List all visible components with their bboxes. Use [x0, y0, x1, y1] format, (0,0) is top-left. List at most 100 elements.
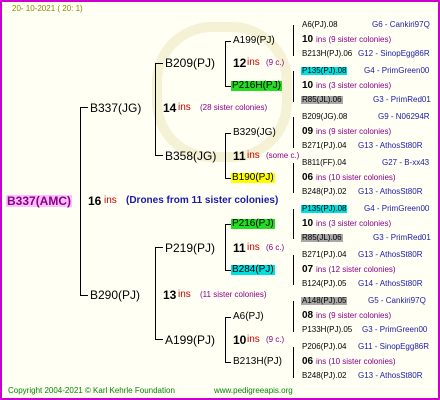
bracket	[293, 71, 294, 102]
gen4-bot-ref-1: G3 - PrimRed01	[373, 95, 431, 104]
gen3-node-4[interactable]: P216(PJ)	[231, 219, 275, 229]
root-node[interactable]: B337(AMC)	[6, 195, 73, 207]
gen4-bot-7[interactable]: B248(PJ).02	[302, 372, 346, 380]
bracket	[225, 133, 226, 179]
bracket	[293, 209, 294, 239]
gen1-ins-1: ins	[178, 289, 191, 300]
bracket	[225, 317, 226, 363]
gen4-top-ref-5: G13 - AthosSt80R	[358, 250, 423, 259]
gen4-mid-text-3: ins (10 sister colonies)	[316, 173, 396, 182]
gen4-top-6[interactable]: A148(PJ).05	[301, 297, 348, 305]
connector	[225, 41, 231, 42]
gen4-bot-5[interactable]: B124(PJ).05	[302, 280, 346, 288]
gen4-bot-ref-2: G13 - AthosSt80R	[358, 141, 423, 150]
date-header: 20- 10-2021 ( 20: 1)	[12, 4, 83, 13]
gen4-mid-count-3: 06	[302, 172, 314, 183]
gen4-top-2[interactable]: B209(JG).08	[302, 113, 347, 121]
gen1-count-1: 13	[163, 288, 177, 302]
gen4-top-ref-6: G5 - Cankiri97Q	[368, 296, 426, 305]
gen4-mid-count-6: 08	[302, 310, 314, 321]
gen1-desc-1: (11 sister colonies)	[200, 290, 267, 299]
gen2-count-0: 12	[233, 56, 247, 70]
gen4-top-3[interactable]: B811(FF).04	[302, 159, 346, 167]
connector	[225, 133, 231, 134]
gen4-top-ref-1: G4 - PrimGreen00	[364, 66, 430, 75]
gen2-count-2: 11	[233, 241, 246, 255]
gen4-mid-text-6: ins (9 sister colonies)	[316, 311, 392, 320]
gen2-node-2[interactable]: P219(PJ)	[165, 242, 215, 254]
gen2-desc-0: (9 c.)	[266, 58, 285, 67]
gen4-bot-3[interactable]: B248(PJ).02	[302, 188, 346, 196]
bracket	[293, 255, 294, 285]
bracket	[293, 25, 294, 56]
copyright: Copyright 2004-2021 © Karl Kehrle Founda…	[8, 386, 175, 395]
connector	[225, 362, 231, 363]
bracket	[293, 117, 294, 148]
gen1-desc-0: (28 sister colonies)	[200, 103, 268, 112]
connector	[225, 317, 231, 318]
gen4-top-ref-0: G6 - Cankiri97Q	[372, 20, 430, 29]
bracket	[155, 247, 156, 340]
gen2-ins-1: ins	[247, 150, 260, 161]
gen4-bot-2[interactable]: B271(PJ).04	[302, 142, 346, 150]
gen2-node-1[interactable]: B358(JG)	[165, 150, 216, 162]
bracket	[225, 224, 226, 271]
gen1-node-0[interactable]: B337(JG)	[90, 102, 141, 114]
gen4-top-4[interactable]: P135(PJ).08	[301, 205, 348, 213]
gen4-mid-text-7: ins (10 sister colonies)	[316, 357, 396, 366]
gen4-mid-count-1: 10	[302, 80, 314, 91]
gen4-top-5[interactable]: B271(PJ).04	[302, 251, 346, 259]
gen4-bot-ref-4: G3 - PrimRed01	[373, 233, 431, 242]
root-ins: ins	[104, 195, 117, 206]
gen3-node-7[interactable]: B213H(PJ)	[233, 357, 282, 367]
root-desc: (Drones from 11 sister colonies)	[126, 195, 279, 206]
gen1-node-1[interactable]: B290(PJ)	[90, 289, 140, 301]
bracket	[293, 163, 294, 193]
gen4-bot-4[interactable]: R85(JL).06	[301, 234, 343, 242]
gen2-node-3[interactable]: A199(PJ)	[165, 334, 215, 346]
bracket	[225, 41, 226, 87]
site-link[interactable]: www.pedigreeapis.org	[214, 387, 293, 395]
gen4-top-ref-3: G27 - B-xx43	[382, 158, 430, 167]
gen3-node-6[interactable]: A6(PJ)	[233, 312, 264, 322]
gen4-top-7[interactable]: P206(PJ).04	[302, 343, 346, 351]
gen4-top-0[interactable]: A6(PJ).08	[302, 21, 338, 29]
gen4-mid-count-2: 09	[302, 126, 314, 137]
gen4-top-ref-2: G9 - N06294R	[378, 112, 430, 121]
gen1-count-0: 14	[163, 101, 177, 115]
gen4-mid-count-7: 06	[302, 356, 314, 367]
gen4-top-ref-4: G4 - PrimGreen00	[364, 204, 430, 213]
gen4-bot-0[interactable]: B213H(PJ).06	[302, 50, 352, 58]
gen4-mid-text-1: ins (3 sister colonies)	[316, 81, 392, 90]
gen2-count-1: 11	[233, 149, 246, 163]
gen4-top-1[interactable]: P135(PJ).08	[301, 67, 348, 75]
gen4-bot-6[interactable]: P133H(PJ).05	[302, 326, 352, 334]
gen4-bot-1[interactable]: R85(JL).06	[301, 96, 343, 104]
bracket	[293, 301, 294, 332]
gen2-desc-2: (6 c.)	[266, 243, 285, 252]
gen2-desc-1: (some c.)	[266, 151, 300, 160]
gen3-node-5[interactable]: B284(PJ)	[231, 265, 275, 275]
gen2-ins-3: ins	[247, 334, 260, 345]
root-bracket	[80, 107, 81, 296]
gen4-mid-count-4: 10	[302, 218, 314, 229]
gen4-bot-ref-3: G13 - AthosSt80R	[358, 187, 423, 196]
gen3-node-0[interactable]: A199(PJ)	[233, 36, 275, 46]
gen4-mid-count-0: 10	[302, 34, 314, 45]
gen4-mid-text-2: ins (9 sister colonies)	[316, 127, 392, 136]
gen3-node-1[interactable]: P216H(PJ)	[231, 81, 282, 91]
gen4-bot-ref-0: G12 - SinopEgg86R	[358, 49, 430, 58]
root-count: 16	[88, 194, 102, 208]
bracket	[155, 63, 156, 156]
gen4-mid-text-4: ins (3 sister colonies)	[316, 219, 392, 228]
connector	[155, 247, 163, 248]
gen2-node-0[interactable]: B209(PJ)	[165, 57, 215, 69]
connector	[80, 295, 88, 296]
connector	[155, 63, 163, 64]
gen3-node-3[interactable]: B190(PJ)	[231, 173, 275, 183]
connector	[155, 155, 163, 156]
gen4-mid-text-5: ins (12 sister colonies)	[316, 265, 396, 274]
connector	[155, 339, 163, 340]
gen3-node-2[interactable]: B329(JG)	[233, 128, 276, 138]
bracket	[293, 347, 294, 378]
